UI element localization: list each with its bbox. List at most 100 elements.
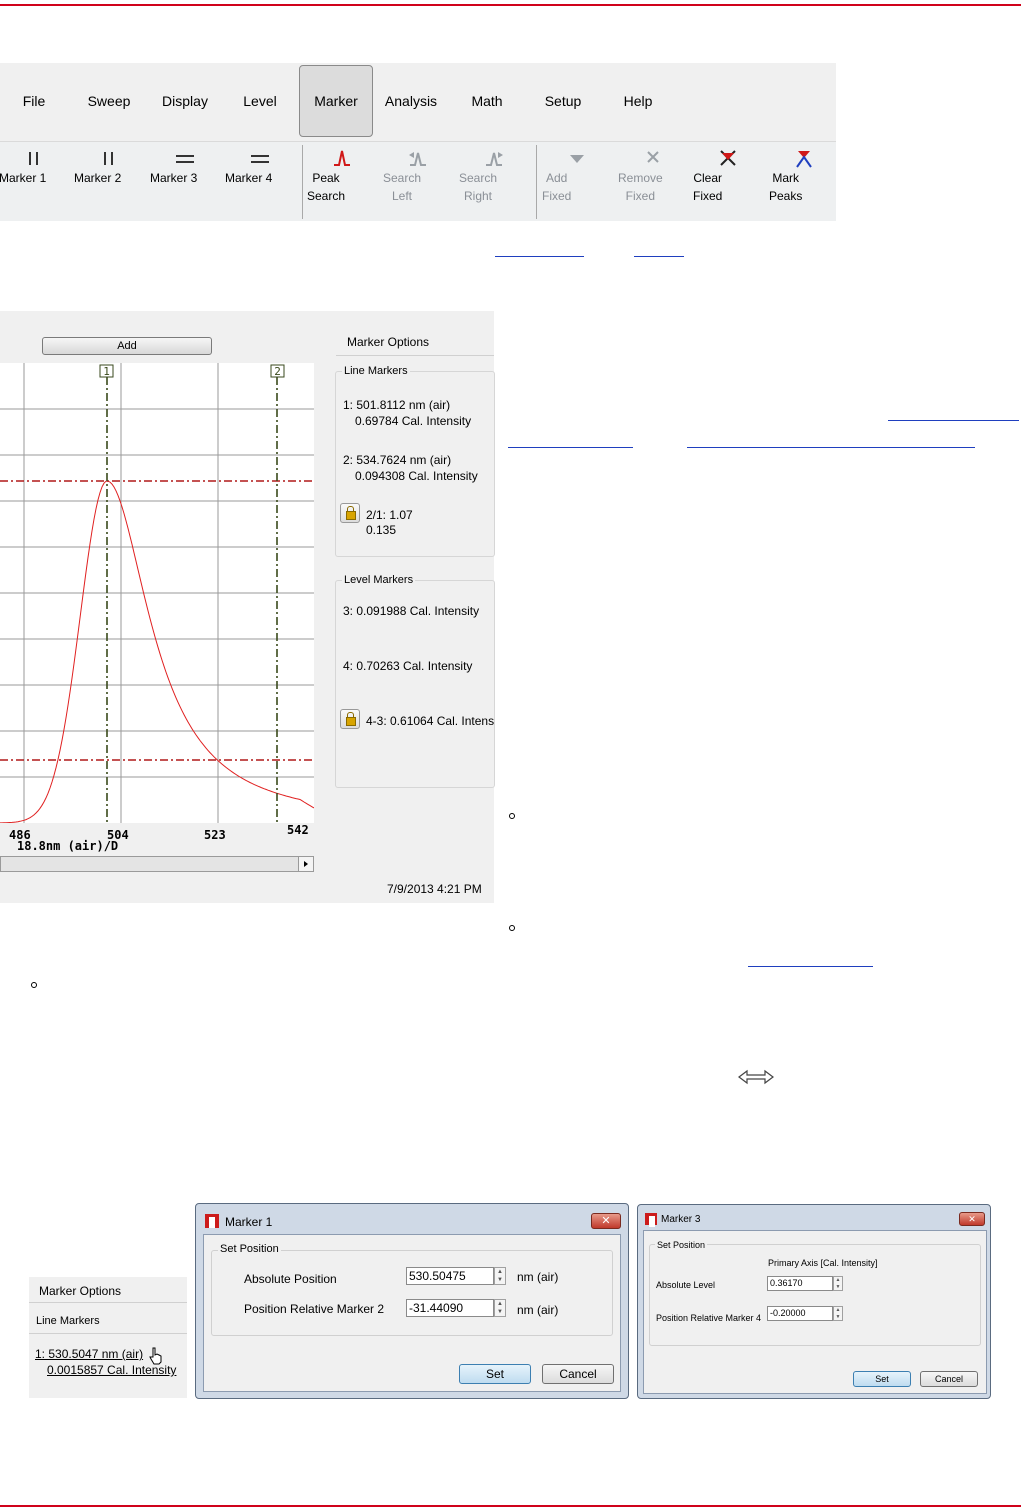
set-position-group — [211, 1250, 613, 1336]
absolute-level-input[interactable]: 0.36170 — [767, 1276, 833, 1291]
menu-level[interactable]: Level — [243, 93, 276, 109]
marker-options-panel-small: Marker Options Line Markers 1: 530.5047 … — [29, 1277, 187, 1398]
link-underline[interactable] — [508, 447, 633, 448]
close-button[interactable]: ✕ — [959, 1212, 985, 1226]
toolbar-separator — [536, 145, 537, 219]
search-left-icon — [383, 147, 453, 169]
marker-1-label: Marker 1 — [0, 171, 47, 185]
unit-label: nm (air) — [517, 1270, 559, 1284]
remove-fixed-button[interactable]: Remove Fixed — [618, 143, 688, 221]
remove-x-icon — [618, 147, 688, 169]
level-marker-3-value[interactable]: 3: 0.091988 Cal. Intensity — [343, 603, 479, 619]
clear-fixed-button[interactable]: Clear Fixed — [693, 143, 763, 221]
spectrum-trace — [0, 480, 315, 824]
add-fixed-button[interactable]: Add Fixed — [542, 143, 612, 221]
line-marker-1-position[interactable]: 1: 530.5047 nm (air) — [35, 1347, 143, 1361]
search-left-label: Search Left — [383, 171, 422, 203]
footer-rule — [0, 1505, 1021, 1507]
close-button[interactable]: ✕ — [591, 1213, 621, 1229]
menu-sweep[interactable]: Sweep — [88, 93, 131, 109]
marker-4-label: Marker 4 — [225, 171, 273, 185]
line-marker-ratio: 2/1: 1.07 — [366, 508, 413, 522]
set-position-title: Set Position — [655, 1240, 708, 1250]
horizontal-marker-icon — [150, 147, 220, 169]
level-marker-4-value[interactable]: 4: 0.70263 Cal. Intensity — [343, 658, 472, 674]
add-button[interactable]: Add — [42, 337, 212, 355]
menu-bar: File Sweep Display Level Marker Analysis… — [0, 63, 836, 142]
remove-fixed-label: Remove Fixed — [618, 171, 663, 203]
relative-level-label: Position Relative Marker 4 — [656, 1313, 762, 1323]
link-underline[interactable] — [748, 966, 873, 967]
menu-setup[interactable]: Setup — [545, 93, 582, 109]
marker-3-label: Marker 3 — [150, 171, 198, 185]
link-underline[interactable] — [687, 447, 975, 448]
marker-1-button[interactable]: Marker 1 — [0, 143, 69, 221]
vertical-marker-icon — [0, 147, 69, 169]
peak-search-label: Peak Search — [307, 171, 346, 203]
primary-axis-header: Primary Axis [Cal. Intensity] — [768, 1258, 878, 1268]
link-underline[interactable] — [634, 256, 684, 257]
line-markers-title: Line Markers — [36, 1315, 100, 1327]
line-marker-1-tag: 1 — [103, 365, 110, 378]
line-marker-2-value[interactable]: 0.094308 Cal. Intensity — [355, 468, 478, 484]
spinner[interactable]: ▲ ▼ — [494, 1299, 506, 1317]
spectrum-plot-svg: 1 2 — [0, 363, 315, 824]
menu-math[interactable]: Math — [471, 93, 502, 109]
bullet — [31, 982, 37, 988]
x-tick-label: 542 — [287, 823, 309, 837]
set-position-title: Set Position — [218, 1243, 281, 1255]
spinner[interactable]: ▲ ▼ — [494, 1267, 506, 1285]
line-marker-2-position[interactable]: 2: 534.7624 nm (air) — [343, 452, 451, 468]
set-button[interactable]: Set — [459, 1364, 531, 1384]
absolute-level-label: Absolute Level — [656, 1280, 716, 1290]
marker-3-dialog: Marker 3 ✕ Set Position Primary Axis [Ca… — [637, 1204, 991, 1399]
menu-analysis[interactable]: Analysis — [385, 93, 437, 109]
spinner[interactable]: ▲ ▼ — [833, 1276, 843, 1291]
search-right-button[interactable]: Search Right — [459, 143, 529, 221]
hand-cursor-icon — [149, 1347, 163, 1370]
menu-file[interactable]: File — [23, 93, 46, 109]
clear-fixed-label: Clear Fixed — [693, 171, 723, 203]
link-underline[interactable] — [495, 256, 584, 257]
absolute-position-input[interactable]: 530.50475 — [406, 1267, 494, 1285]
relative-level-input[interactable]: -0.20000 — [767, 1306, 833, 1321]
mark-peaks-button[interactable]: Mark Peaks — [769, 143, 839, 221]
marker-3-button[interactable]: Marker 3 — [150, 143, 220, 221]
peak-search-icon — [307, 147, 377, 169]
horizontal-scrollbar[interactable] — [0, 856, 314, 872]
unit-label: nm (air) — [517, 1303, 559, 1317]
level-markers-title: Level Markers — [342, 574, 416, 586]
toolbar-separator — [302, 145, 303, 219]
line-marker-2-tag: 2 — [274, 365, 281, 378]
spectrum-plot[interactable]: 1 2 — [0, 363, 315, 824]
triangle-down-icon — [542, 147, 612, 169]
spinner[interactable]: ▲ ▼ — [833, 1306, 843, 1321]
lock-icon[interactable] — [340, 709, 360, 729]
marker-2-label: Marker 2 — [74, 171, 122, 185]
cancel-button[interactable]: Cancel — [542, 1364, 614, 1384]
peak-search-button[interactable]: Peak Search — [307, 143, 377, 221]
lock-icon[interactable] — [340, 503, 360, 523]
app-icon — [205, 1214, 219, 1228]
clear-fixed-icon — [693, 147, 763, 169]
add-fixed-label: Add Fixed — [542, 171, 572, 203]
marker-2-button[interactable]: Marker 2 — [74, 143, 144, 221]
set-button[interactable]: Set — [853, 1371, 911, 1387]
header-rule — [0, 4, 1021, 6]
relative-position-label: Position Relative Marker 2 — [244, 1302, 385, 1316]
relative-position-input[interactable]: -31.44090 — [406, 1299, 494, 1317]
link-underline[interactable] — [888, 420, 1019, 421]
divider — [29, 1302, 187, 1303]
menu-help[interactable]: Help — [624, 93, 653, 109]
line-marker-1-position[interactable]: 1: 501.8112 nm (air) — [343, 397, 450, 413]
scroll-right-button[interactable] — [298, 857, 313, 871]
line-marker-1-value[interactable]: 0.69784 Cal. Intensity — [355, 413, 471, 429]
menu-marker[interactable]: Marker — [314, 93, 358, 109]
menu-display[interactable]: Display — [162, 93, 208, 109]
cancel-button[interactable]: Cancel — [920, 1371, 978, 1387]
bullet — [509, 813, 515, 819]
ribbon: File Sweep Display Level Marker Analysis… — [0, 63, 836, 221]
marker-toolbar: Marker 1 Marker 2 Marker 3 Marker 4 Peak… — [0, 143, 836, 221]
marker-4-button[interactable]: Marker 4 — [225, 143, 295, 221]
search-left-button[interactable]: Search Left — [383, 143, 453, 221]
